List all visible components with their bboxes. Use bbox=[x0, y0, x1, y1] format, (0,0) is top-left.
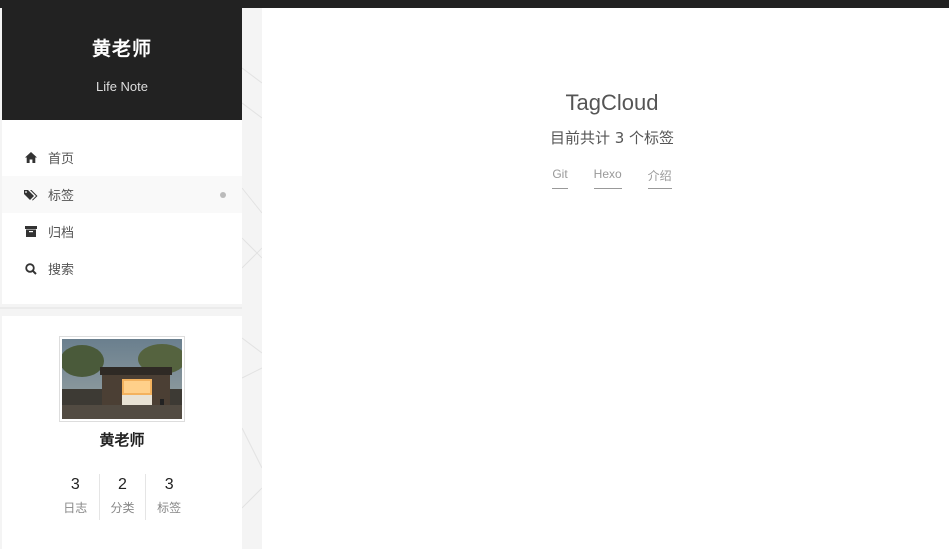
archive-icon bbox=[24, 225, 38, 239]
tag-link-intro[interactable]: 介绍 bbox=[647, 167, 672, 189]
tag-link-hexo[interactable]: Hexo bbox=[593, 167, 622, 189]
search-icon bbox=[24, 262, 38, 276]
home-icon bbox=[24, 151, 38, 165]
stat-posts[interactable]: 3 日志 bbox=[52, 474, 99, 520]
site-title[interactable]: 黄老师 bbox=[92, 34, 152, 61]
menu-item-label: 标签 bbox=[48, 189, 75, 204]
stat-label: 标签 bbox=[157, 501, 182, 515]
avatar bbox=[59, 336, 186, 422]
page-title: TagCloud bbox=[565, 90, 659, 115]
main-content: TagCloud 目前共计 3 个标签 Git Hexo 介绍 bbox=[262, 8, 949, 549]
stat-label: 分类 bbox=[110, 501, 135, 515]
sidebar: 黄老师 Life Note 首页 标签 归档 搜索 bbox=[2, 8, 242, 304]
main-menu: 首页 标签 归档 搜索 bbox=[2, 120, 242, 304]
menu-item-tags[interactable]: 标签 bbox=[2, 176, 242, 213]
top-bar bbox=[0, 0, 949, 8]
tags-icon bbox=[24, 188, 38, 202]
stat-count: 3 bbox=[70, 476, 80, 493]
tag-cloud: Git Hexo 介绍 bbox=[262, 167, 949, 189]
menu-item-label: 搜索 bbox=[48, 263, 75, 278]
menu-item-search[interactable]: 搜索 bbox=[2, 250, 242, 287]
stat-categories[interactable]: 2 分类 bbox=[98, 474, 146, 520]
stat-count: 3 bbox=[164, 476, 174, 493]
author-name: 黄老师 bbox=[99, 431, 145, 449]
menu-item-home[interactable]: 首页 bbox=[2, 139, 242, 176]
site-stats: 3 日志 2 分类 3 标签 bbox=[52, 474, 192, 520]
stat-tags[interactable]: 3 标签 bbox=[145, 474, 192, 520]
site-brand: 黄老师 Life Note bbox=[2, 8, 242, 120]
menu-item-label: 归档 bbox=[48, 226, 75, 241]
stat-label: 日志 bbox=[63, 501, 88, 515]
author-profile: 黄老师 3 日志 2 分类 3 标签 bbox=[2, 316, 242, 549]
menu-item-archive[interactable]: 归档 bbox=[2, 213, 242, 250]
menu-item-label: 首页 bbox=[48, 152, 75, 167]
active-indicator-dot bbox=[220, 192, 226, 198]
tag-link-git[interactable]: Git bbox=[552, 167, 568, 189]
tag-count-text: 目前共计 3 个标签 bbox=[549, 129, 675, 147]
site-subtitle: Life Note bbox=[95, 79, 149, 94]
stat-count: 2 bbox=[117, 476, 127, 493]
